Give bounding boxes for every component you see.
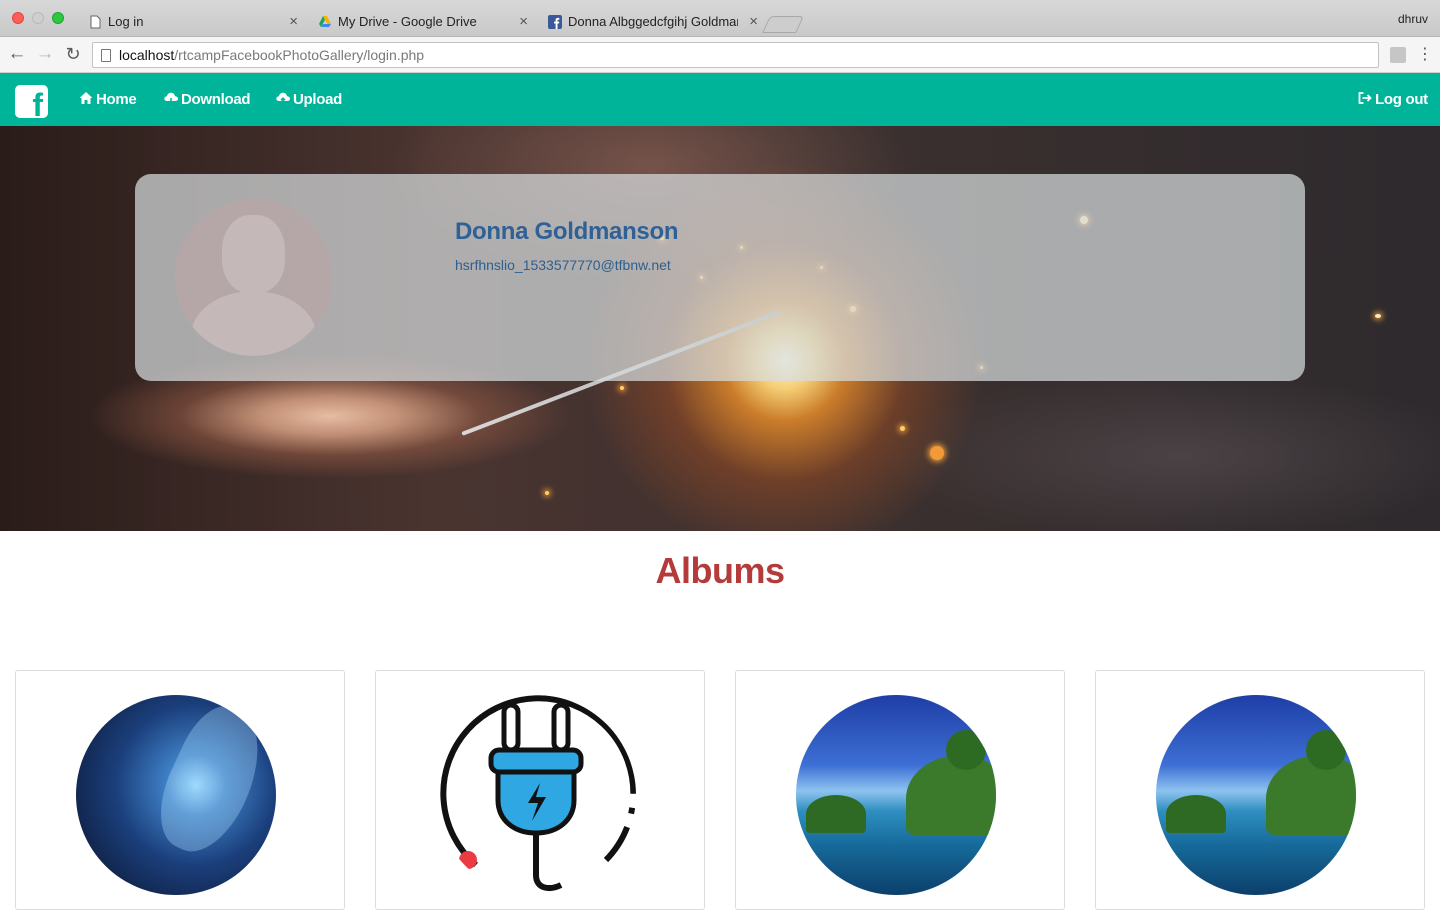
cover-photo: Donna Goldmanson hsrfhnslio_1533577770@t… [0, 126, 1440, 531]
nav-download-label: Download [181, 91, 251, 108]
albums-heading: Albums [655, 550, 785, 591]
island-hill [1166, 795, 1226, 833]
album-card[interactable] [375, 670, 705, 910]
album-thumbnail-island[interactable] [796, 695, 996, 895]
tab-close-icon[interactable]: × [289, 8, 298, 36]
url-path: /rtcampFacebookPhotoGallery/login.php [174, 47, 425, 63]
nav-download-link[interactable]: Download [163, 91, 251, 108]
electric-plug-icon [440, 695, 636, 891]
island-hill [1306, 730, 1346, 770]
app-navbar: f Home Download Upload Log out [0, 73, 1440, 126]
browser-tab-strip: Log in × My Drive - Google Drive × Donna… [0, 0, 1440, 37]
profile-email: hsrfhnslio_1533577770@tfbnw.net [455, 257, 671, 273]
album-card[interactable] [735, 670, 1065, 910]
facebook-logo-icon[interactable]: f [15, 85, 48, 121]
album-thumbnail-plug[interactable] [436, 695, 636, 895]
album-card[interactable] [1095, 670, 1425, 910]
profile-name: Donna Goldmanson [455, 218, 679, 245]
extension-icon[interactable] [1390, 47, 1406, 63]
new-tab-button[interactable] [762, 16, 804, 33]
browser-tab-facebook[interactable]: Donna Albggedcfgihj Goldman × [536, 8, 766, 37]
spark [930, 446, 944, 460]
browser-tab-google-drive[interactable]: My Drive - Google Drive × [306, 8, 536, 37]
browser-toolbar: ← → ↻ localhost/rtcampFacebookPhotoGalle… [0, 37, 1440, 73]
browser-tab-login[interactable]: Log in × [76, 8, 306, 37]
page-info-icon[interactable] [101, 49, 111, 62]
island-hill [1266, 755, 1356, 835]
tab-close-icon[interactable]: × [749, 8, 758, 36]
google-drive-icon [319, 16, 331, 27]
window-zoom-button[interactable] [52, 12, 64, 24]
spark [1375, 314, 1381, 318]
url-host: localhost [119, 47, 175, 63]
window-close-button[interactable] [12, 12, 24, 24]
reload-icon[interactable]: ↻ [62, 43, 84, 65]
album-card[interactable] [15, 670, 345, 910]
tab-title: Log in [108, 14, 144, 29]
island-hill [806, 795, 866, 833]
nav-upload-link[interactable]: Upload [275, 91, 342, 108]
nav-home-label: Home [96, 91, 137, 108]
album-thumbnail-island[interactable] [1156, 695, 1356, 895]
profile-card: Donna Goldmanson hsrfhnslio_1533577770@t… [135, 174, 1305, 381]
window-minimize-button[interactable] [32, 12, 44, 24]
spark [620, 386, 624, 390]
nav-upload-label: Upload [293, 91, 343, 108]
tab-close-icon[interactable]: × [519, 8, 528, 36]
island-hill [946, 730, 986, 770]
nav-home-link[interactable]: Home [78, 91, 137, 108]
album-thumbnail-dragon[interactable] [76, 695, 276, 895]
avatar-body [191, 291, 316, 356]
forward-arrow-icon[interactable]: → [34, 43, 56, 65]
spark [545, 491, 549, 495]
nav-logout-link[interactable]: Log out [1357, 91, 1428, 108]
browser-menu-icon[interactable]: ⋮ [1417, 45, 1433, 65]
back-arrow-icon[interactable]: ← [6, 43, 28, 65]
dragon-wing [143, 695, 276, 865]
spark [900, 426, 905, 431]
browser-profile-name[interactable]: dhruv [1398, 12, 1428, 26]
avatar[interactable] [175, 199, 332, 356]
page-icon [90, 15, 101, 29]
cloud-upload-icon [276, 92, 290, 104]
avatar-head [222, 215, 285, 293]
tab-title: Donna Albggedcfgihj Goldman [568, 14, 738, 29]
island-hill [906, 755, 996, 835]
nav-logout-label: Log out [1375, 91, 1428, 108]
tab-title: My Drive - Google Drive [338, 14, 477, 29]
logout-icon [1358, 92, 1372, 104]
home-icon [79, 92, 93, 104]
address-bar[interactable]: localhost/rtcampFacebookPhotoGallery/log… [92, 42, 1379, 68]
facebook-icon [548, 15, 562, 29]
cloud-download-icon [164, 92, 178, 105]
